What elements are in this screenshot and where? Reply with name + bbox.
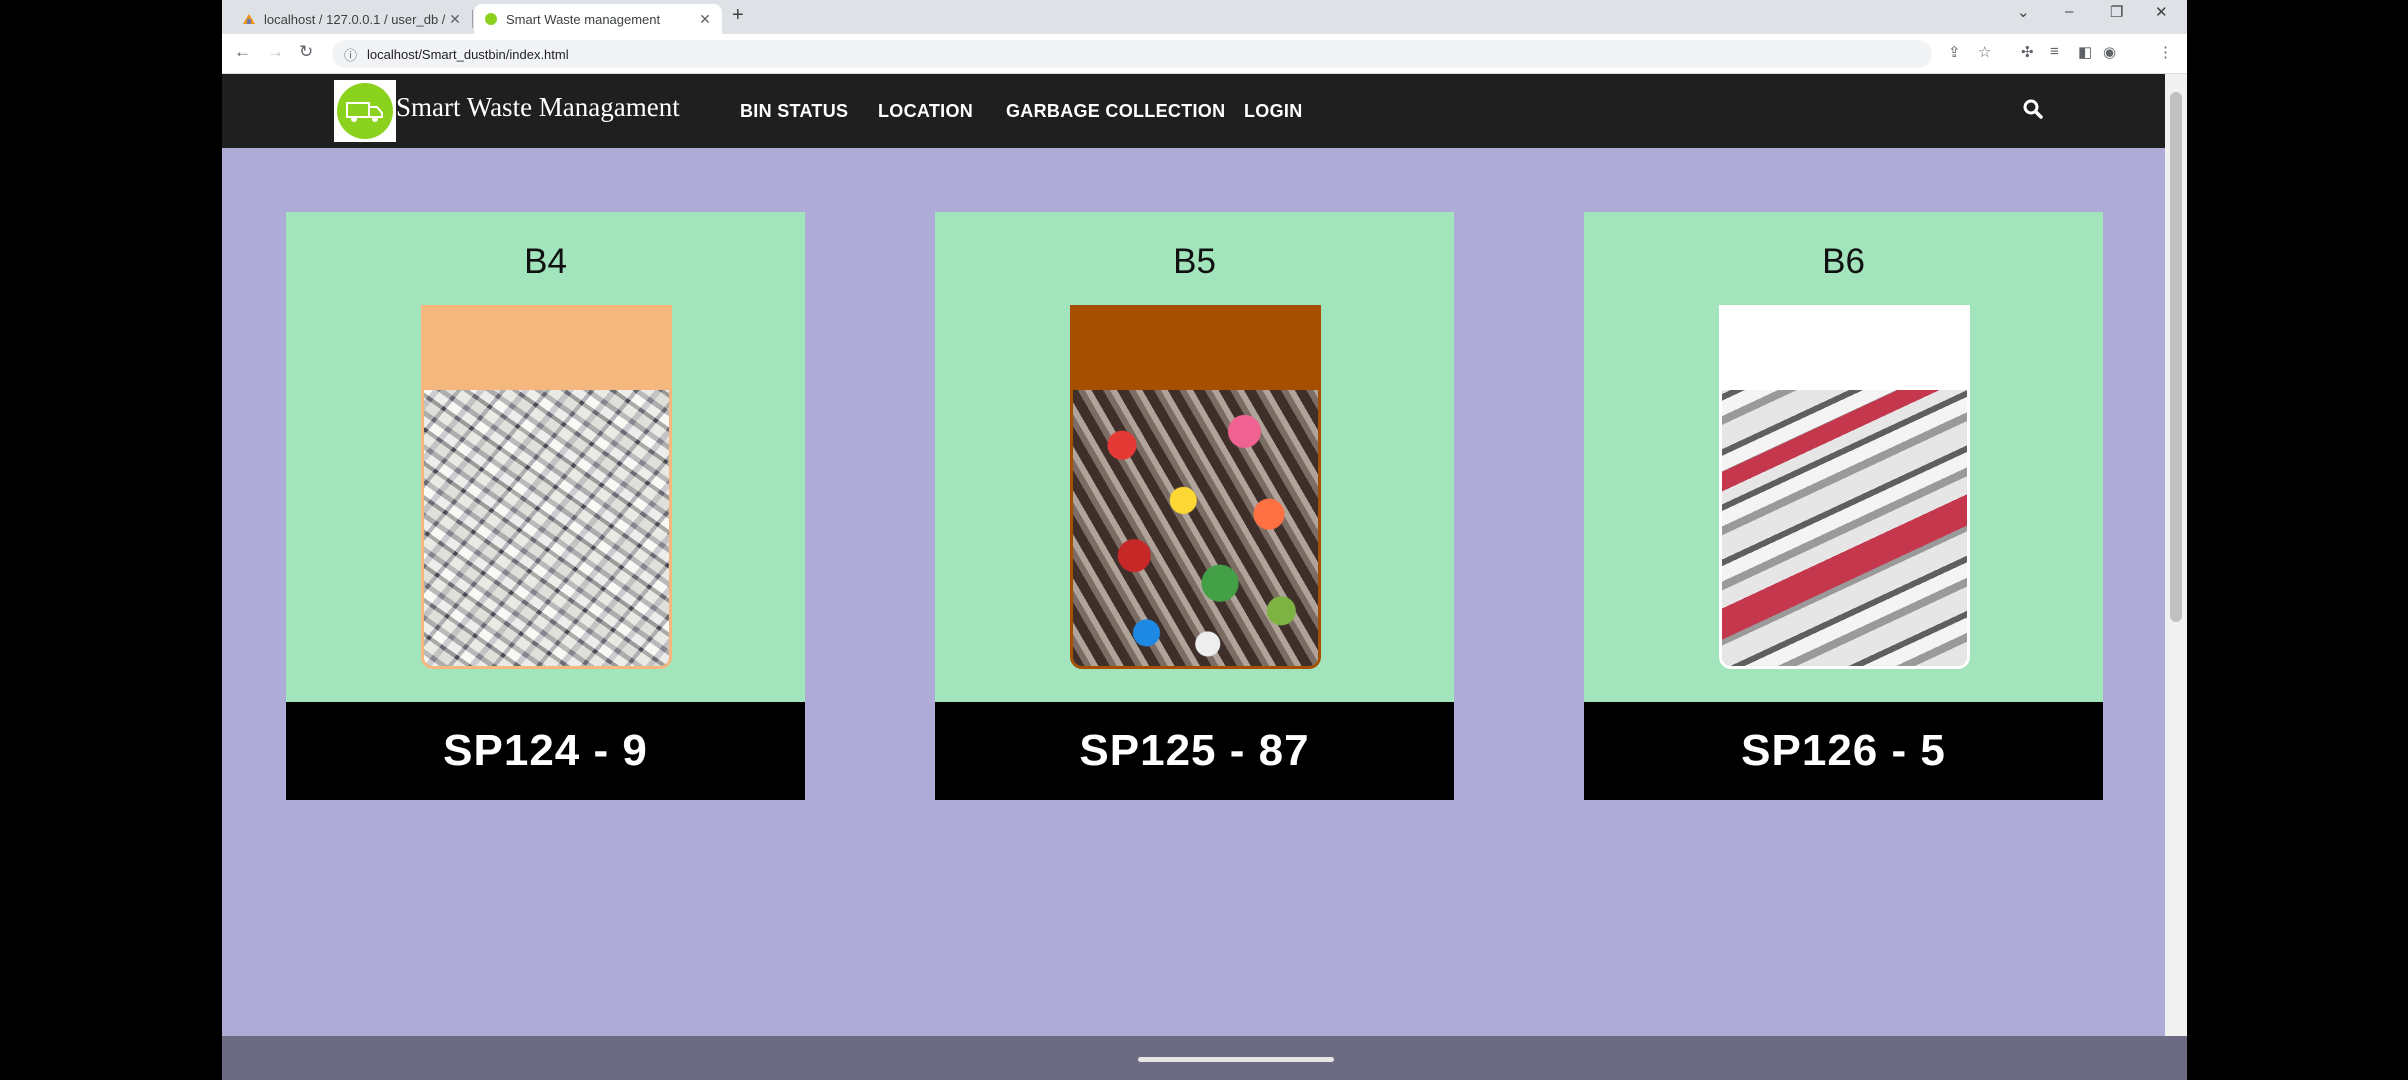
scrollbar-thumb[interactable] xyxy=(2170,92,2182,622)
bin-card: B4 SP124 - 9 xyxy=(286,212,805,800)
nav-garbage-collection[interactable]: GARBAGE COLLECTION xyxy=(1006,101,1225,122)
phpmyadmin-favicon-icon xyxy=(243,14,255,24)
site-favicon-icon xyxy=(485,13,497,25)
reading-list-icon[interactable]: ≡ xyxy=(2050,43,2059,60)
bin-code: SP124 - 9 xyxy=(443,726,648,775)
bookmark-star-icon[interactable]: ☆ xyxy=(1978,43,1991,61)
bin-contents-newspaper xyxy=(424,390,669,666)
browser-window: localhost / 127.0.0.1 / user_db / ... ✕ … xyxy=(222,0,2187,1080)
forward-icon[interactable]: → xyxy=(267,42,284,62)
bin-card-footer: SP126 - 5 xyxy=(1584,702,2103,800)
home-gesture-handle[interactable] xyxy=(1138,1057,1334,1062)
bin-level-image xyxy=(421,305,672,669)
bin-contents-vials xyxy=(1722,390,1967,666)
profile-avatar[interactable]: ◉ xyxy=(2103,43,2116,61)
page-scrollbar[interactable] xyxy=(2165,74,2187,1036)
page-body: Smart Waste Managament BIN STATUS LOCATI… xyxy=(222,74,2165,1036)
bin-empty-space xyxy=(1073,308,1318,391)
bin-empty-space xyxy=(1722,308,1967,391)
browser-tab-active[interactable]: Smart Waste management ✕ xyxy=(474,4,722,34)
close-tab-icon[interactable]: ✕ xyxy=(698,11,712,28)
back-icon[interactable]: ← xyxy=(234,42,251,62)
side-panel-icon[interactable]: ◧ xyxy=(2078,43,2092,61)
site-navbar: Smart Waste Managament BIN STATUS LOCATI… xyxy=(222,74,2165,148)
close-window-icon[interactable]: ✕ xyxy=(2155,3,2168,21)
tab-strip: localhost / 127.0.0.1 / user_db / ... ✕ … xyxy=(222,0,2187,34)
bin-card: B6 SP126 - 5 xyxy=(1584,212,2103,800)
close-tab-icon[interactable]: ✕ xyxy=(448,11,462,28)
address-bar[interactable]: ⓘ localhost/Smart_dustbin/index.html xyxy=(332,40,1932,68)
nav-login[interactable]: LOGIN xyxy=(1244,101,1303,122)
minimize-icon[interactable]: – xyxy=(2065,3,2073,20)
share-icon[interactable]: ⇪ xyxy=(1948,43,1961,61)
browser-tab-phpmyadmin[interactable]: localhost / 127.0.0.1 / user_db / ... ✕ xyxy=(232,4,472,34)
url-text[interactable]: localhost/Smart_dustbin/index.html xyxy=(367,47,569,62)
bin-id: B4 xyxy=(524,242,567,281)
tab-title: localhost / 127.0.0.1 / user_db / ... xyxy=(264,11,448,27)
bin-card: B5 SP125 - 87 xyxy=(935,212,1454,800)
bin-level-image xyxy=(1070,305,1321,669)
browser-toolbar: ← → ↻ ⓘ localhost/Smart_dustbin/index.ht… xyxy=(222,34,2187,74)
bin-card-top: B5 xyxy=(935,212,1454,702)
new-tab-icon[interactable]: + xyxy=(732,4,744,27)
site-logo[interactable] xyxy=(334,80,396,142)
tab-search-chevron-icon[interactable]: ⌄ xyxy=(2017,3,2030,21)
reload-icon[interactable]: ↻ xyxy=(299,42,313,62)
bin-code: SP125 - 87 xyxy=(1079,726,1310,775)
bin-card-footer: SP124 - 9 xyxy=(286,702,805,800)
bin-empty-space xyxy=(424,308,669,391)
extensions-icon[interactable]: ✣ xyxy=(2021,43,2034,61)
bin-level-image xyxy=(1719,305,1970,669)
nav-bin-status[interactable]: BIN STATUS xyxy=(740,101,848,122)
menu-kebab-icon[interactable]: ⋮ xyxy=(2158,43,2173,61)
nav-location[interactable]: LOCATION xyxy=(878,101,973,122)
site-brand-name[interactable]: Smart Waste Managament xyxy=(396,92,680,123)
site-info-icon[interactable]: ⓘ xyxy=(344,45,357,64)
gesture-bar xyxy=(222,1036,2187,1080)
bin-id: B6 xyxy=(1822,242,1865,281)
bin-card-footer: SP125 - 87 xyxy=(935,702,1454,800)
restore-icon[interactable]: ❐ xyxy=(2110,3,2123,21)
bin-id: B5 xyxy=(1173,242,1216,281)
tab-title: Smart Waste management xyxy=(506,11,661,27)
truck-logo-icon xyxy=(337,83,393,139)
bin-card-top: B6 xyxy=(1584,212,2103,702)
search-icon[interactable] xyxy=(2022,98,2044,125)
bin-code: SP126 - 5 xyxy=(1741,726,1946,775)
bin-card-top: B4 xyxy=(286,212,805,702)
bin-contents-bottles xyxy=(1073,390,1318,666)
